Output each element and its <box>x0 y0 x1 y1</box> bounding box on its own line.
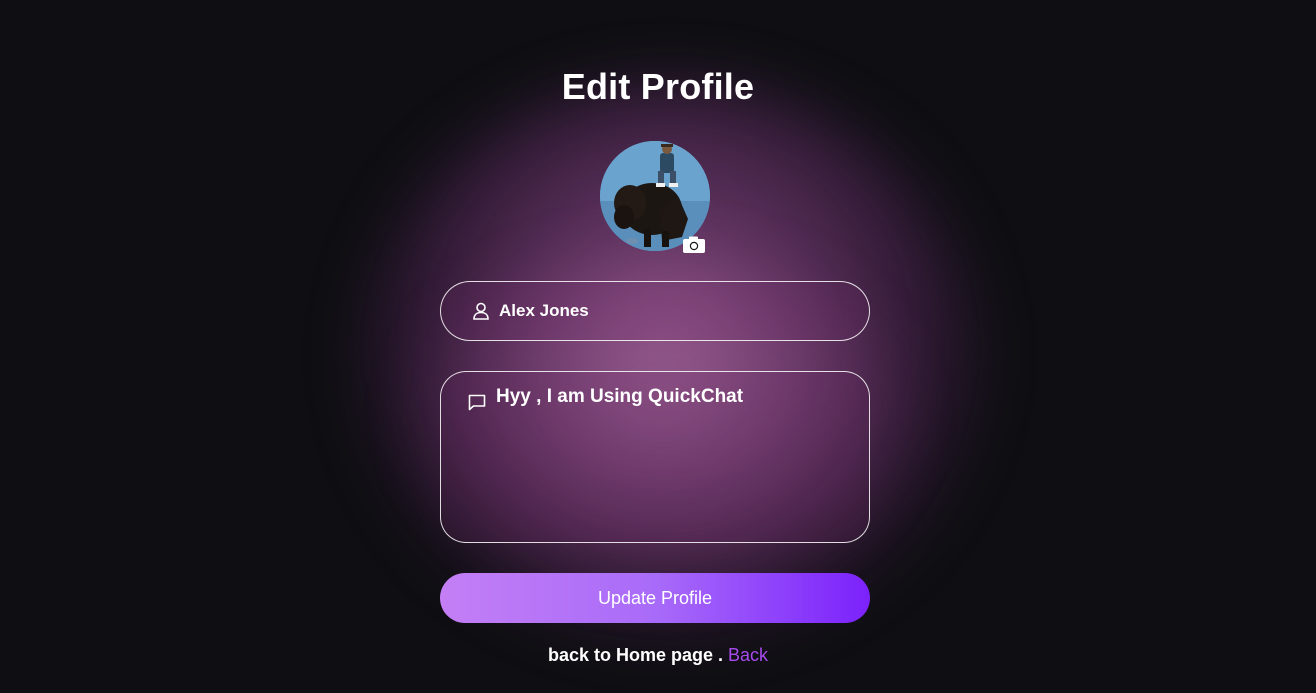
back-link[interactable]: Back <box>728 645 768 665</box>
name-field[interactable]: Alex Jones <box>440 281 870 341</box>
user-icon <box>471 301 491 321</box>
update-profile-button[interactable]: Update Profile <box>440 573 870 623</box>
bio-value: Hyy , I am Using QuickChat <box>496 386 744 407</box>
message-square-icon <box>467 392 487 412</box>
name-value: Alex Jones <box>499 301 589 320</box>
page-title: Edit Profile <box>561 66 755 107</box>
bio-field[interactable]: Hyy , I am Using QuickChat <box>440 371 870 543</box>
avatar-container[interactable] <box>600 141 710 253</box>
footer-text: back to Home page . <box>547 645 723 665</box>
camera-icon[interactable] <box>682 235 706 255</box>
footer: back to Home page . Back <box>0 645 1316 666</box>
edit-profile-page: Edit Profile Alex Jones Hyy , I am Using… <box>0 0 1316 693</box>
